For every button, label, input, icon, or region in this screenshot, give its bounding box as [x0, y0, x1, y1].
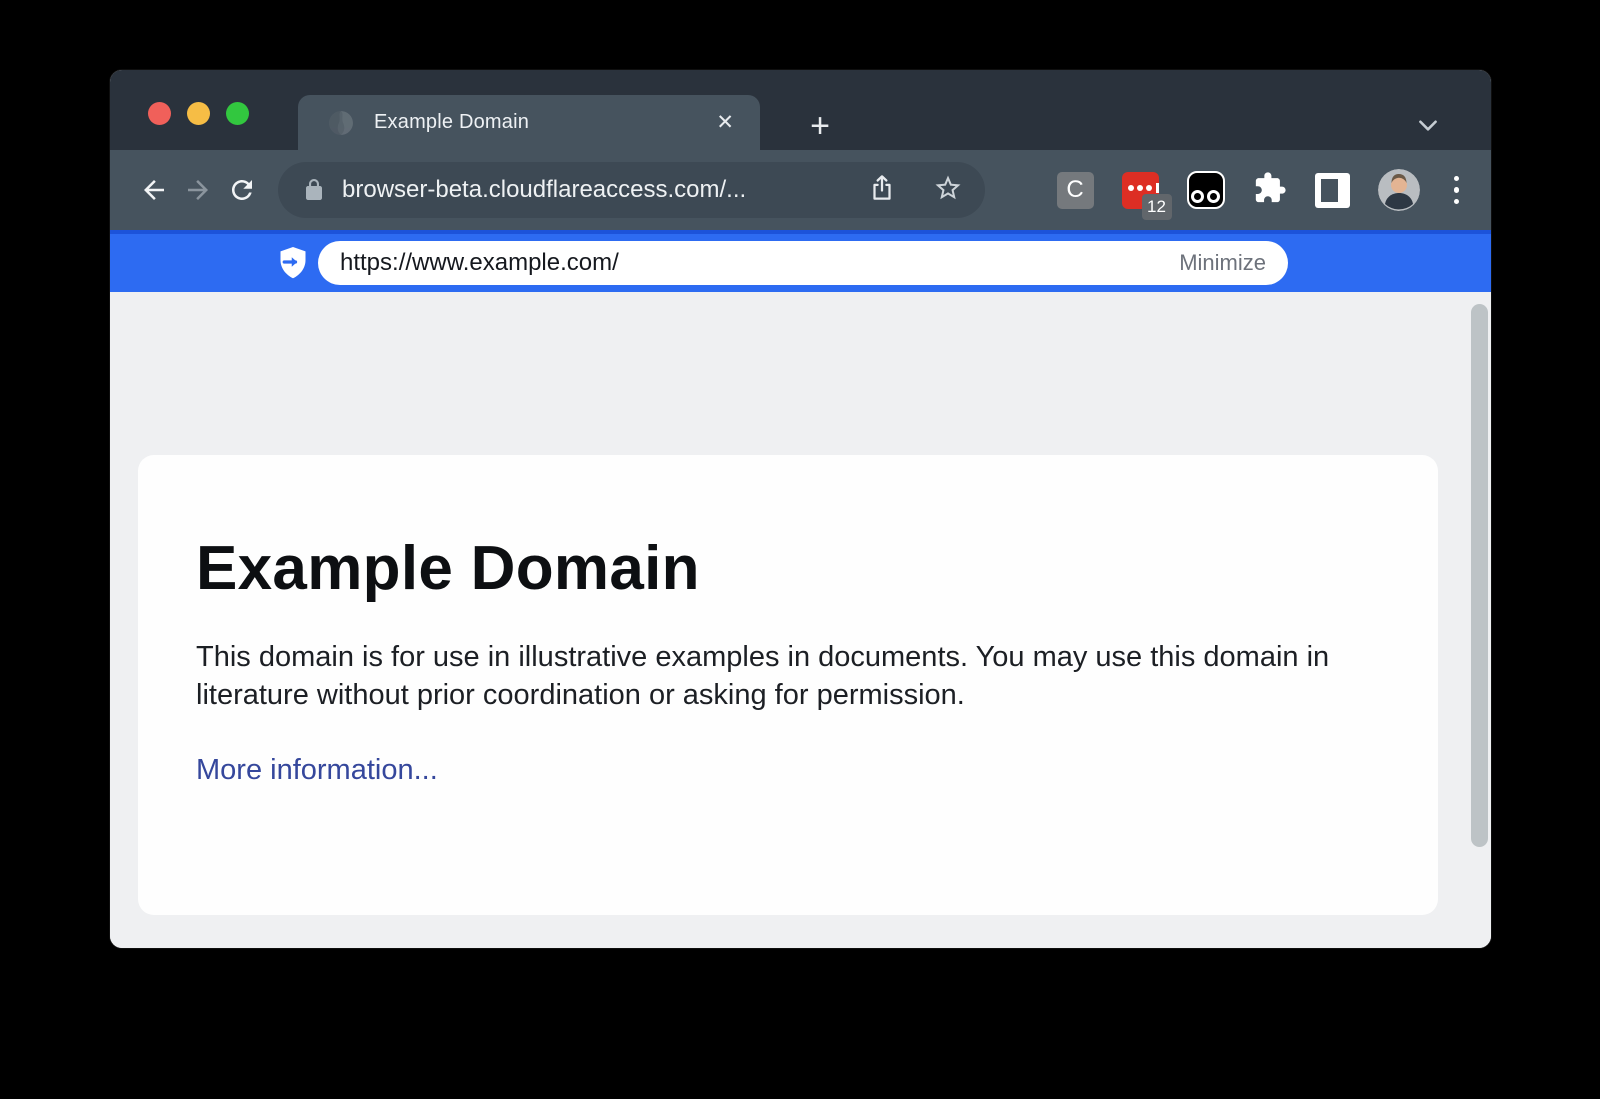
share-icon[interactable] [867, 173, 897, 208]
example-domain-card: Example Domain This domain is for use in… [138, 455, 1438, 915]
macos-close-button[interactable] [148, 102, 171, 125]
reload-icon [227, 175, 257, 205]
omnibox-url-text: browser-beta.cloudflareaccess.com/... [342, 176, 746, 204]
page-body-text: This domain is for use in illustrative e… [196, 638, 1351, 714]
page-title: Example Domain [196, 533, 1378, 604]
minimize-button[interactable]: Minimize [1179, 250, 1266, 276]
macos-minimize-button[interactable] [187, 102, 210, 125]
back-arrow-icon [139, 175, 169, 205]
more-information-link[interactable]: More information... [196, 754, 438, 787]
vertical-scrollbar[interactable] [1471, 304, 1488, 847]
extension-badge-count: 12 [1142, 194, 1172, 220]
page-viewport: Example Domain This domain is for use in… [110, 292, 1491, 948]
browser-menu-icon[interactable] [1448, 172, 1466, 209]
extension-camera-icon[interactable] [1187, 171, 1225, 209]
macos-zoom-button[interactable] [226, 102, 249, 125]
profile-avatar[interactable] [1378, 169, 1420, 211]
back-button[interactable] [132, 168, 176, 212]
tab-search-chevron-down-icon[interactable] [1415, 112, 1441, 138]
tab-favicon-globe-icon [328, 110, 354, 136]
remote-url-input[interactable]: https://www.example.com/ Minimize [318, 241, 1288, 285]
tab-strip: Example Domain ✕ + [110, 70, 1491, 150]
extension-password-manager-icon[interactable]: 12 [1122, 172, 1159, 209]
tab-close-icon[interactable]: ✕ [712, 108, 738, 137]
extension-area: C 12 [1057, 169, 1470, 211]
extension-c-icon[interactable]: C [1057, 172, 1094, 209]
browser-toolbar: browser-beta.cloudflareaccess.com/... C [110, 150, 1491, 230]
forward-button[interactable] [176, 168, 220, 212]
side-panel-icon[interactable] [1315, 173, 1350, 208]
remote-url-text: https://www.example.com/ [340, 249, 619, 277]
tab-example-domain[interactable]: Example Domain ✕ [298, 95, 760, 150]
reload-button[interactable] [220, 168, 264, 212]
remote-browser-address-bar: https://www.example.com/ Minimize [110, 230, 1491, 292]
new-tab-button[interactable]: + [800, 106, 840, 146]
extensions-puzzle-icon[interactable] [1253, 171, 1287, 210]
tab-title: Example Domain [374, 111, 529, 134]
forward-arrow-icon [183, 175, 213, 205]
browser-window: Example Domain ✕ + browser-beta.cloudfla… [110, 70, 1491, 948]
macos-traffic-lights [148, 102, 249, 125]
lock-icon [302, 178, 326, 202]
shield-arrow-icon [278, 247, 308, 279]
bookmark-star-icon[interactable] [933, 173, 963, 208]
omnibox-url-bar[interactable]: browser-beta.cloudflareaccess.com/... [278, 162, 985, 218]
